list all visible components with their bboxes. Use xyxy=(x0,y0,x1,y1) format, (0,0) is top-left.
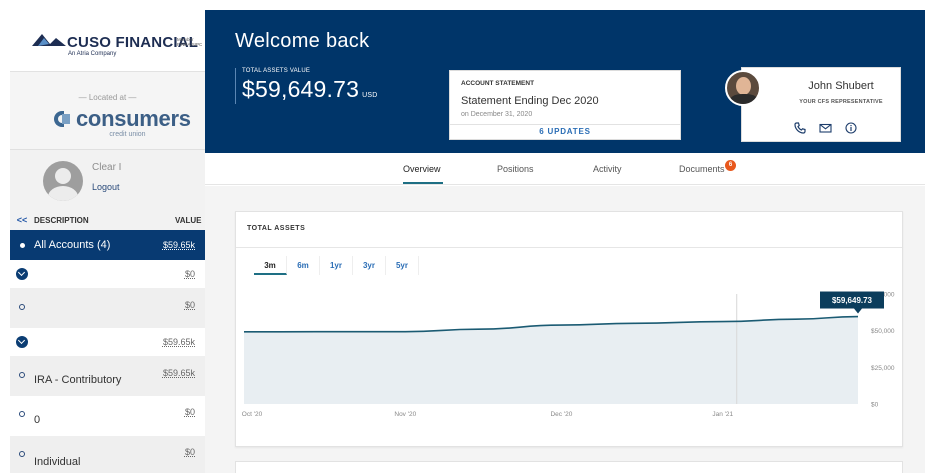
rep-title: YOUR CFS REPRESENTATIVE xyxy=(799,99,883,105)
partner-name: consumers xyxy=(76,106,191,131)
account-value: $0 xyxy=(184,269,195,279)
tab-activity[interactable]: Activity xyxy=(593,164,622,174)
brand-tagline: An Atria Company xyxy=(68,51,117,57)
secondary-card xyxy=(235,461,903,473)
x-tick-label: Dec '20 xyxy=(550,411,572,418)
chevron-down-icon[interactable] xyxy=(16,268,28,280)
updates-link[interactable]: 6 UPDATES xyxy=(450,124,680,139)
account-group-row[interactable]: $59.65k xyxy=(10,328,205,356)
user-box: Clear I Logout xyxy=(10,150,205,210)
main-tabs: Overview Positions Activity Documents 6 xyxy=(205,153,925,185)
account-row[interactable]: Individual $0 xyxy=(10,436,205,473)
account-value: $59.65k xyxy=(162,240,195,250)
tab-documents[interactable]: Documents xyxy=(679,164,725,174)
account-group-row[interactable]: $0 xyxy=(10,260,205,288)
value-column-header: VALUE xyxy=(175,215,202,225)
statement-date: on December 31, 2020 xyxy=(461,111,533,118)
card-title: TOTAL ASSETS xyxy=(247,225,306,232)
range-3m-button[interactable]: 3m xyxy=(254,256,287,275)
account-value: $59.65k xyxy=(162,337,195,347)
rep-name: John Shubert xyxy=(808,80,874,92)
rep-contact-icons xyxy=(794,122,857,134)
x-tick-label: Jan '21 xyxy=(712,411,733,418)
tooltip-arrow xyxy=(854,308,862,314)
total-amount: $59,649.73 xyxy=(242,76,360,102)
tab-positions[interactable]: Positions xyxy=(497,164,534,174)
account-label: IRA - Contributory xyxy=(34,374,122,386)
documents-count-badge: 6 xyxy=(725,160,736,171)
range-selector: 3m 6m 1yr 3yr 5yr xyxy=(254,256,419,275)
consumers-logo-icon xyxy=(54,111,72,127)
account-label: 0 xyxy=(34,414,41,426)
total-assets-summary: TOTAL ASSETS VALUE $59,649.73 USD xyxy=(235,68,378,104)
account-row-all[interactable]: All Accounts (4) $59.65k xyxy=(10,230,205,260)
account-row[interactable]: $0 xyxy=(10,288,205,328)
x-tick-label: Nov '20 xyxy=(394,411,416,418)
accounts-header: << DESCRIPTION VALUE xyxy=(10,210,205,230)
user-name: Clear I xyxy=(92,162,122,173)
radio-circle-icon xyxy=(19,304,25,310)
statement-label: ACCOUNT STATEMENT xyxy=(461,80,535,87)
x-tick-label: Oct '20 xyxy=(242,411,263,418)
value-tooltip: $59,649.73 xyxy=(820,291,884,314)
main-content: TOTAL ASSETS 3m 6m 1yr 3yr 5yr $0 $25,000… xyxy=(205,186,925,473)
account-value: $0 xyxy=(184,407,195,417)
y-tick-label: $0 xyxy=(871,402,879,409)
partner-logo: consumers xyxy=(54,108,191,130)
total-assets-value: $59,649.73 USD xyxy=(242,76,378,103)
tooltip-text: $59,649.73 xyxy=(832,296,873,305)
range-1yr-button[interactable]: 1yr xyxy=(320,256,353,275)
rep-photo xyxy=(725,70,761,106)
area-fill xyxy=(244,316,858,404)
mail-icon[interactable] xyxy=(819,122,832,134)
logout-link[interactable]: Logout xyxy=(92,182,120,192)
y-tick-label: $50,000 xyxy=(871,328,895,335)
avatar xyxy=(43,161,83,201)
brand-logo: CUSO FINANCIAL An Atria Company Member F… xyxy=(10,10,205,72)
representative-card: John Shubert YOUR CFS REPRESENTATIVE xyxy=(725,67,901,142)
cuso-mountain-icon xyxy=(32,34,66,46)
welcome-title: Welcome back xyxy=(235,30,370,52)
currency-label: USD xyxy=(362,92,378,99)
divider xyxy=(236,247,902,248)
welcome-header: Welcome back TOTAL ASSETS VALUE $59,649.… xyxy=(205,10,925,153)
tab-overview[interactable]: Overview xyxy=(403,164,441,174)
radio-circle-icon xyxy=(19,411,25,417)
account-label: All Accounts (4) xyxy=(34,239,111,251)
info-icon[interactable] xyxy=(845,122,857,134)
total-assets-card: TOTAL ASSETS 3m 6m 1yr 3yr 5yr $0 $25,000… xyxy=(235,211,903,447)
member-badge: Member FINRA/SIPC xyxy=(177,37,202,47)
partner-box: — Located at — consumers credit union xyxy=(10,72,205,150)
range-5yr-button[interactable]: 5yr xyxy=(386,256,419,275)
active-tab-indicator xyxy=(403,182,443,184)
total-assets-chart[interactable]: $0$25,000$50,000$75,000 Oct '20Nov '20De… xyxy=(236,282,904,432)
description-column-header: DESCRIPTION xyxy=(34,215,89,225)
account-row[interactable]: IRA - Contributory $59.65k xyxy=(10,356,205,396)
sidebar: CUSO FINANCIAL An Atria Company Member F… xyxy=(10,10,205,473)
phone-icon[interactable] xyxy=(794,122,806,134)
located-at-label: — Located at — xyxy=(78,93,137,102)
total-assets-label: TOTAL ASSETS VALUE xyxy=(242,68,311,74)
partner-sub: credit union xyxy=(109,131,146,138)
range-3yr-button[interactable]: 3yr xyxy=(353,256,386,275)
finra-line: FINRA/SIPC xyxy=(177,42,203,47)
radio-circle-icon xyxy=(19,451,25,457)
selected-dot-icon xyxy=(19,242,25,248)
chevron-down-icon[interactable] xyxy=(16,336,28,348)
account-value: $0 xyxy=(184,447,195,457)
radio-circle-icon xyxy=(19,372,25,378)
account-label: Individual xyxy=(34,456,81,468)
statement-title: Statement Ending Dec 2020 xyxy=(461,95,599,107)
account-statement-card[interactable]: ACCOUNT STATEMENT Statement Ending Dec 2… xyxy=(449,70,681,140)
collapse-sidebar-button[interactable]: << xyxy=(10,215,34,225)
y-tick-label: $25,000 xyxy=(871,365,895,372)
range-6m-button[interactable]: 6m xyxy=(287,256,320,275)
account-value: $0 xyxy=(184,300,195,310)
account-value: $59.65k xyxy=(162,368,195,378)
account-row[interactable]: 0 $0 xyxy=(10,396,205,436)
